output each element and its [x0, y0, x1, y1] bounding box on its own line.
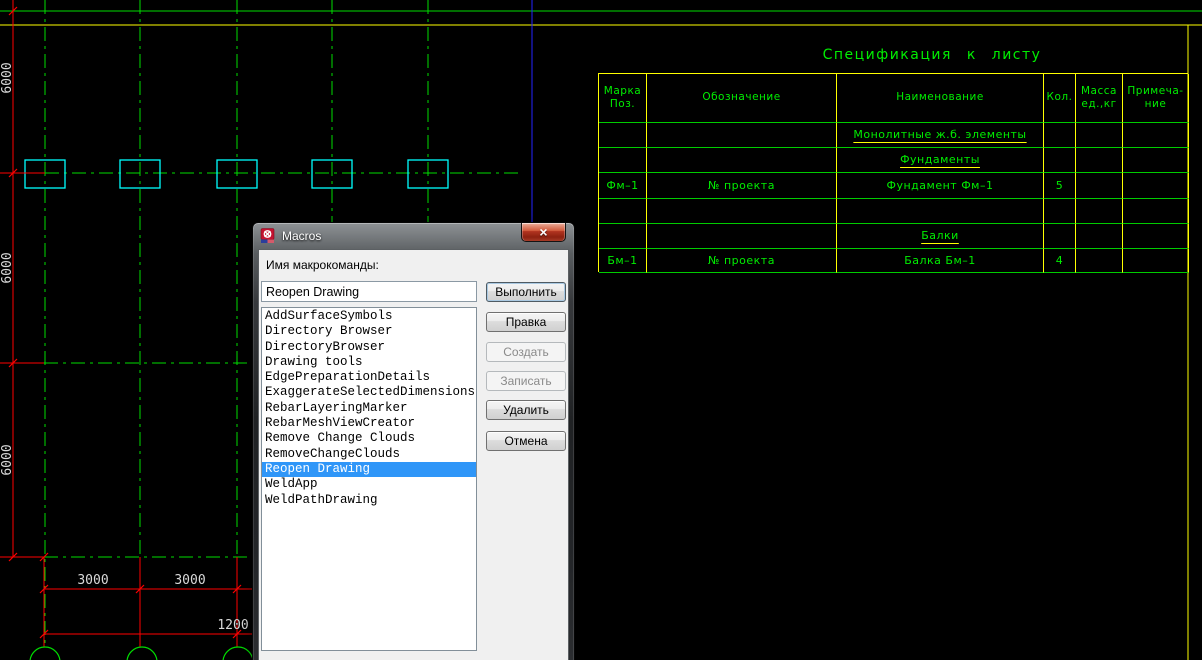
spec-cell — [647, 123, 837, 148]
spec-cell: Балки — [837, 224, 1044, 249]
spec-table: Марка Поз. Обозначение Наименование Кол.… — [598, 73, 1188, 272]
macro-list-item[interactable]: DirectoryBrowser — [262, 340, 476, 355]
dim-label-6000-1: 6000 — [0, 62, 15, 93]
spec-cell — [599, 123, 647, 148]
spec-cell — [647, 199, 837, 224]
spec-header-cell: Кол. — [1044, 74, 1076, 123]
spec-cell — [1123, 199, 1189, 224]
macro-list-item[interactable]: Remove Change Clouds — [262, 431, 476, 446]
cad-canvas[interactable]: 6000 6000 6000 3000 3000 1200 Спецификац… — [0, 0, 1202, 660]
dim-label-6000-3: 6000 — [0, 444, 15, 475]
spec-cell — [1044, 148, 1076, 173]
spec-header-cell: Масса ед.,кг — [1076, 74, 1123, 123]
dialog-titlebar[interactable]: Macros × — [253, 223, 574, 249]
spec-cell — [1044, 199, 1076, 224]
spec-cell: 5 — [1044, 173, 1076, 199]
dim-label-1200: 1200 — [217, 618, 248, 633]
dim-label-3000-2: 3000 — [174, 573, 205, 588]
spec-cell — [1044, 224, 1076, 249]
dim-label-6000-2: 6000 — [0, 252, 15, 283]
macro-list-item[interactable]: RebarLayeringMarker — [262, 401, 476, 416]
spec-cell — [647, 148, 837, 173]
macro-list-item[interactable]: RebarMeshViewCreator — [262, 416, 476, 431]
macro-list-item[interactable]: AddSurfaceSymbols — [262, 309, 476, 324]
spec-header-cell: Марка Поз. — [599, 74, 647, 123]
spec-cell — [1076, 249, 1123, 273]
spec-cell: № проекта — [647, 249, 837, 273]
spec-cell — [1076, 123, 1123, 148]
macro-list-item[interactable]: Directory Browser — [262, 324, 476, 339]
macro-list-item[interactable]: ExaggerateSelectedDimensions — [262, 385, 476, 400]
macro-name-input[interactable] — [261, 281, 477, 302]
record-button[interactable]: Записать — [486, 371, 566, 391]
spec-cell: Фундамент Фм–1 — [837, 173, 1044, 199]
spec-cell — [599, 224, 647, 249]
edit-button[interactable]: Правка — [486, 312, 566, 332]
spec-cell — [1123, 249, 1189, 273]
dimension-lines — [0, 0, 258, 647]
spec-cell — [1123, 173, 1189, 199]
spec-cell: Фм–1 — [599, 173, 647, 199]
axis-bubbles — [30, 647, 253, 660]
spec-cell — [599, 199, 647, 224]
spec-cell: Фундаменты — [837, 148, 1044, 173]
spec-cell — [1076, 148, 1123, 173]
spec-cell — [599, 148, 647, 173]
dim-label-3000-1: 3000 — [77, 573, 108, 588]
spec-cell — [1076, 224, 1123, 249]
macro-list-item[interactable]: RemoveChangeClouds — [262, 447, 476, 462]
spec-cell — [1044, 123, 1076, 148]
spec-cell — [647, 224, 837, 249]
cancel-button[interactable]: Отмена — [486, 431, 566, 451]
spec-cell: Бм–1 — [599, 249, 647, 273]
dimension-ticks — [9, 7, 241, 638]
spec-header-cell: Наименование — [837, 74, 1044, 123]
dimension-labels: 6000 6000 6000 3000 3000 1200 — [0, 62, 249, 633]
spec-cell — [1076, 173, 1123, 199]
create-button[interactable]: Создать — [486, 342, 566, 362]
spec-table-title: Спецификация к листу — [598, 47, 1188, 63]
spec-cell — [837, 199, 1044, 224]
macro-list-item[interactable]: WeldApp — [262, 477, 476, 492]
macro-list-item-selected[interactable]: Reopen Drawing — [262, 462, 476, 477]
spec-cell: № проекта — [647, 173, 837, 199]
spec-header-cell: Обозначение — [647, 74, 837, 123]
macros-dialog: Macros × Имя макрокоманды: AddSurfaceSym… — [252, 222, 575, 660]
close-icon: × — [539, 225, 547, 239]
close-button[interactable]: × — [521, 223, 566, 242]
macro-list[interactable]: AddSurfaceSymbols Directory Browser Dire… — [261, 307, 477, 651]
spec-cell: 4 — [1044, 249, 1076, 273]
dialog-title: Macros — [282, 229, 321, 243]
spec-header-cell: Примеча- ние — [1123, 74, 1189, 123]
macro-list-item[interactable]: EdgePreparationDetails — [262, 370, 476, 385]
spec-cell — [1123, 148, 1189, 173]
spec-cell — [1123, 224, 1189, 249]
spec-cell — [1123, 123, 1189, 148]
macros-app-icon — [260, 228, 276, 244]
macro-name-label: Имя макрокоманды: — [266, 258, 379, 272]
macro-list-item[interactable]: WeldPathDrawing — [262, 493, 476, 508]
spec-cell: Балка Бм–1 — [837, 249, 1044, 273]
spec-cell — [1076, 199, 1123, 224]
delete-button[interactable]: Удалить — [486, 400, 566, 420]
dialog-body: Имя макрокоманды: AddSurfaceSymbols Dire… — [258, 249, 569, 660]
macro-list-item[interactable]: Drawing tools — [262, 355, 476, 370]
run-button[interactable]: Выполнить — [486, 282, 566, 302]
spec-cell: Монолитные ж.б. элементы — [837, 123, 1044, 148]
